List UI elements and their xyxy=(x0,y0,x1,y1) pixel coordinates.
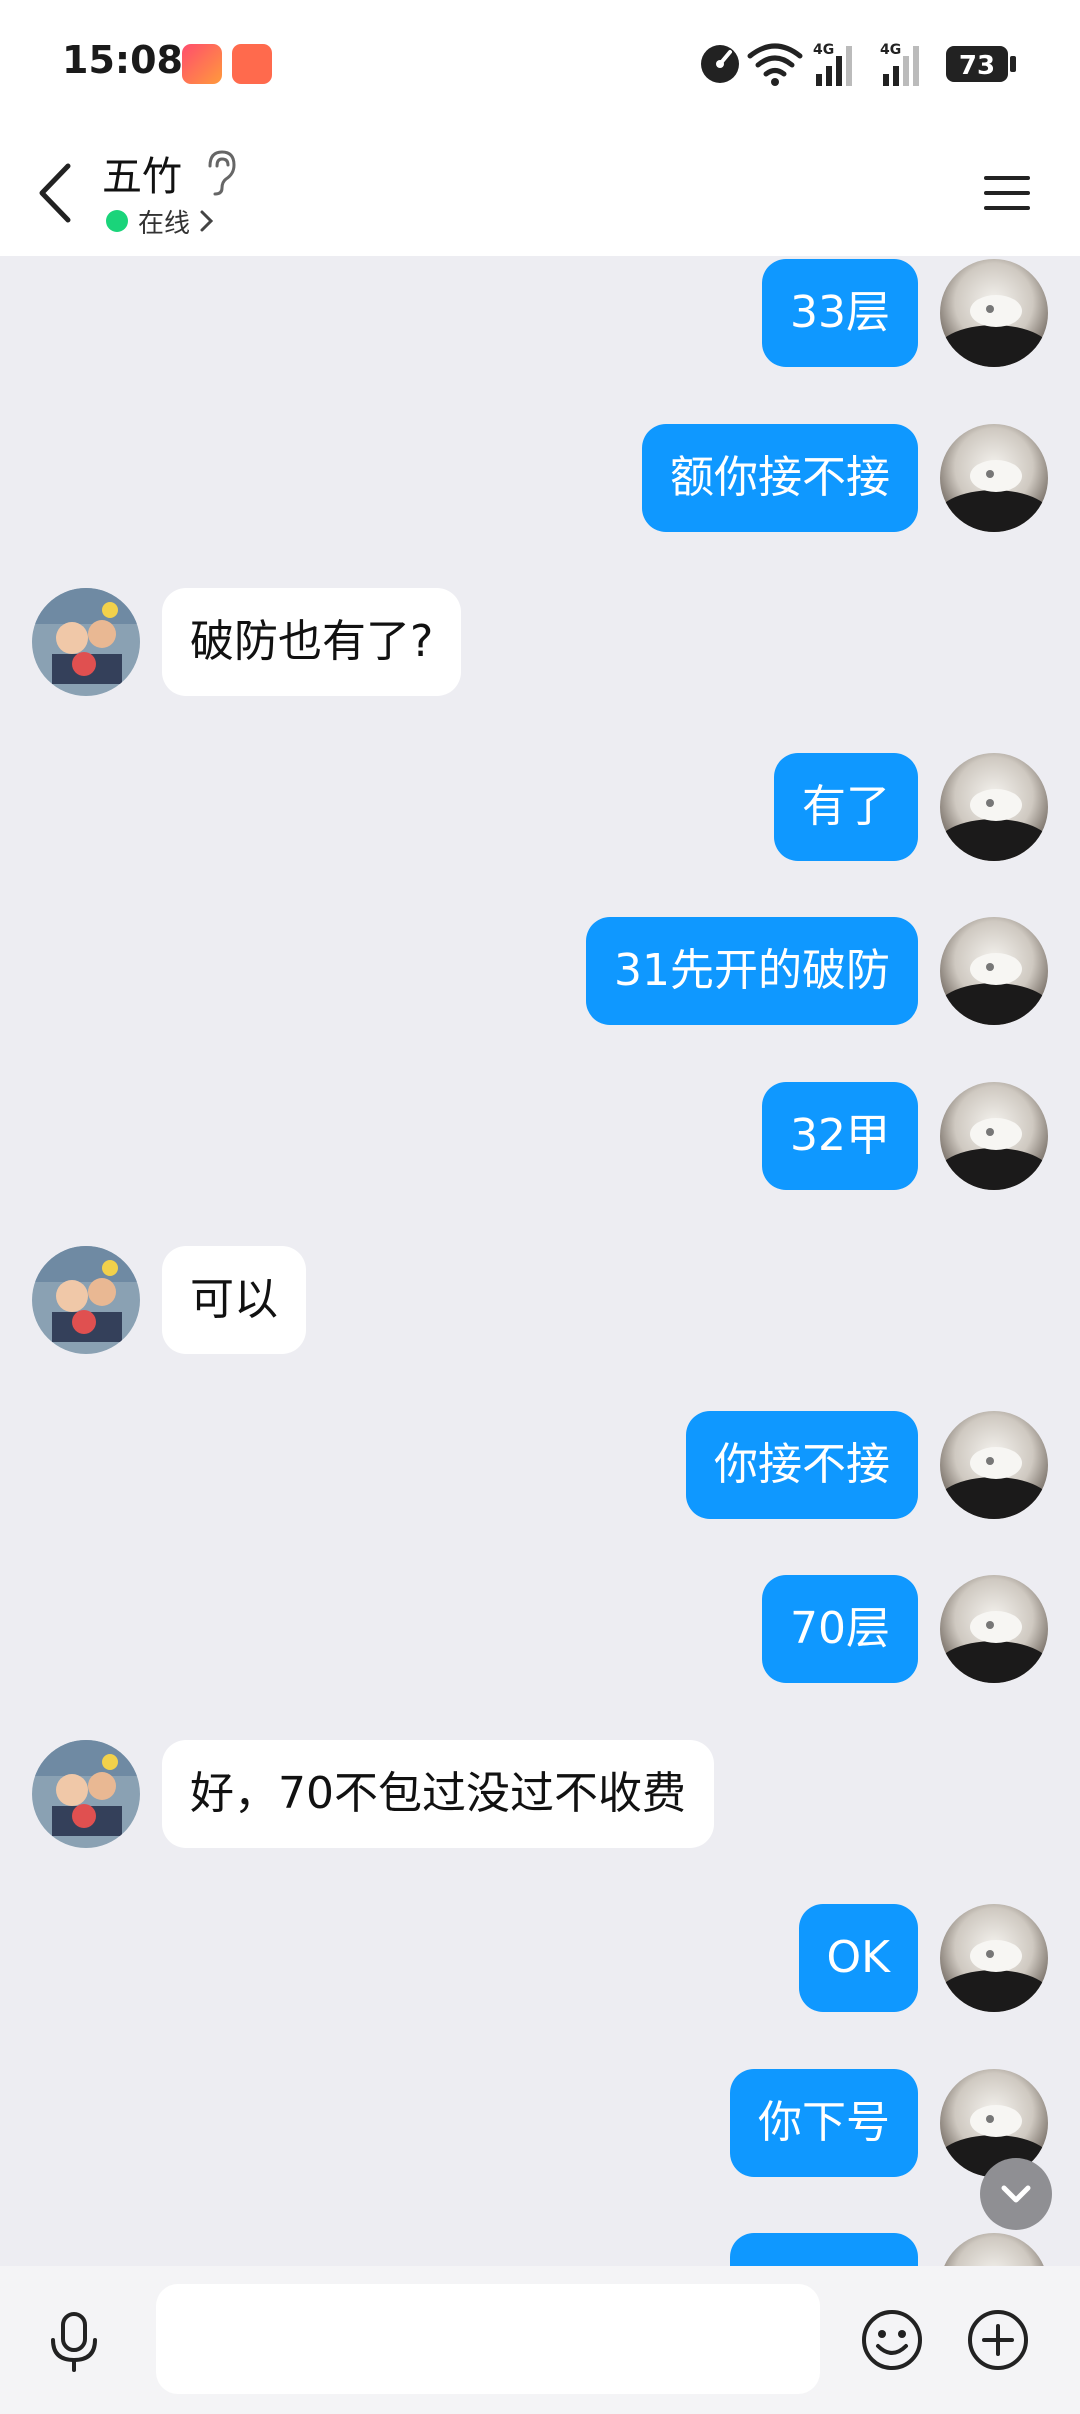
my-avatar[interactable] xyxy=(940,259,1048,367)
message-row: 70层 xyxy=(0,1574,1080,1684)
received-message-bubble[interactable]: 可以 xyxy=(162,1246,306,1354)
online-status-label: 在线 xyxy=(138,208,191,239)
contact-avatar[interactable] xyxy=(32,1246,140,1354)
app-notification-icon xyxy=(182,44,222,84)
online-dot xyxy=(106,210,128,232)
sent-message-bubble[interactable]: 70层 xyxy=(762,1575,918,1683)
input-bar xyxy=(0,2266,1080,2414)
sent-message-bubble[interactable]: 31先开的破防 xyxy=(586,917,918,1025)
my-avatar[interactable] xyxy=(940,1410,1048,1519)
chevron-right-icon xyxy=(200,210,214,232)
sent-message-bubble[interactable]: 你下号 xyxy=(730,2068,918,2177)
smiley-icon[interactable] xyxy=(860,2308,924,2372)
sent-message-bubble[interactable]: 32甲 xyxy=(762,1081,918,1190)
svg-text:4G: 4G xyxy=(813,42,834,58)
my-avatar[interactable] xyxy=(940,917,1048,1025)
my-avatar[interactable] xyxy=(940,1904,1048,2012)
sent-message-bubble[interactable]: OK xyxy=(798,1904,918,2012)
message-row: 有了 xyxy=(0,752,1080,862)
signal-icon: 4G xyxy=(813,42,852,86)
ear-icon[interactable] xyxy=(202,148,238,196)
message-row: 可以 xyxy=(0,1245,1080,1355)
sent-message-bubble[interactable]: 你接不接 xyxy=(686,1410,918,1519)
status-icons: 4G 4G 73 xyxy=(700,38,1040,90)
my-avatar[interactable] xyxy=(940,1575,1048,1683)
my-avatar[interactable] xyxy=(940,752,1048,861)
chat-header: 五竹 在线 xyxy=(0,128,1080,256)
my-avatar[interactable] xyxy=(940,423,1048,532)
sent-message-bubble[interactable]: 有了 xyxy=(774,752,918,861)
sent-message-bubble[interactable] xyxy=(730,2233,918,2266)
chevron-left-icon[interactable] xyxy=(28,158,88,228)
sent-message-bubble[interactable]: 额你接不接 xyxy=(642,423,918,532)
message-row: 破防也有了? xyxy=(0,587,1080,697)
message-row: 你下号 xyxy=(0,2068,1080,2178)
my-avatar[interactable] xyxy=(940,1081,1048,1190)
svg-text:73: 73 xyxy=(959,51,995,81)
received-message-bubble[interactable]: 好，70不包过没过不收费 xyxy=(162,1739,714,1848)
signal-icon: 4G xyxy=(880,42,919,86)
message-row: 33层 xyxy=(0,258,1080,368)
wifi-icon xyxy=(747,43,803,77)
message-row: 额你接不接 xyxy=(0,423,1080,533)
received-message-bubble[interactable]: 破防也有了? xyxy=(162,588,462,696)
svg-text:4G: 4G xyxy=(880,42,901,58)
battery-icon: 73 xyxy=(946,46,1016,82)
message-list[interactable]: 33层额你接不接破防也有了? 有了 31先开的破防 32甲可以你接不接 70层 好，70不… xyxy=(0,256,1080,2266)
message-row: 32甲 xyxy=(0,1081,1080,1191)
message-row: 你接不接 xyxy=(0,1410,1080,1520)
contact-name[interactable]: 五竹 xyxy=(102,144,182,202)
message-row xyxy=(0,2232,1080,2266)
contact-avatar[interactable] xyxy=(32,588,140,696)
message-row: 31先开的破防 xyxy=(0,916,1080,1026)
hamburger-menu-icon[interactable] xyxy=(982,168,1032,218)
my-avatar[interactable] xyxy=(940,2233,1048,2266)
message-row: OK xyxy=(0,1903,1080,2013)
speed-icon xyxy=(701,45,739,83)
plus-circle-icon[interactable] xyxy=(966,2308,1030,2372)
status-bar: 15:08 4G 4G 73 xyxy=(0,0,1080,128)
status-time: 15:08 xyxy=(62,38,183,82)
message-input[interactable] xyxy=(156,2284,820,2394)
app-notification-icon xyxy=(232,44,272,84)
sent-message-bubble[interactable]: 33层 xyxy=(762,259,918,367)
microphone-icon[interactable] xyxy=(44,2310,104,2374)
chevron-down-icon xyxy=(1001,2185,1031,2203)
message-row: 好，70不包过没过不收费 xyxy=(0,1739,1080,1849)
contact-avatar[interactable] xyxy=(32,1739,140,1848)
online-status[interactable]: 在线 xyxy=(106,203,216,239)
scroll-to-bottom-button[interactable] xyxy=(980,2158,1052,2230)
